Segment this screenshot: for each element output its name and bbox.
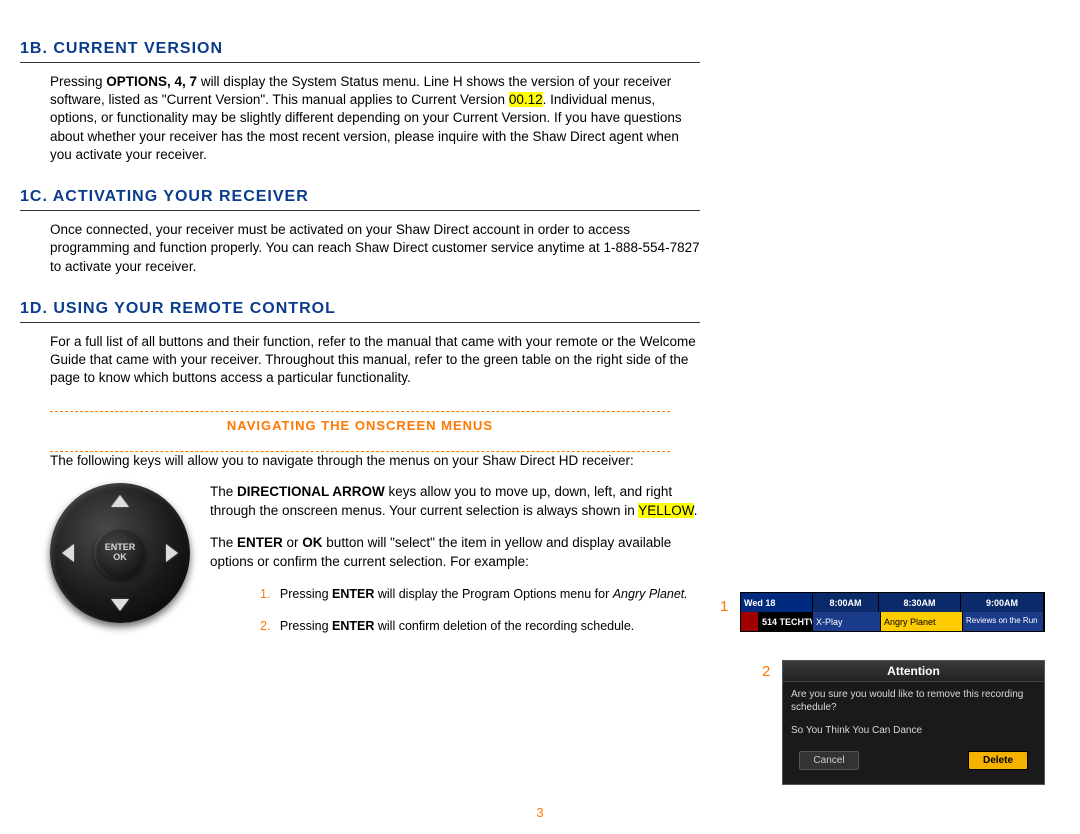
nav-intro: The following keys will allow you to nav…: [20, 452, 700, 470]
arrow-right-icon: [166, 544, 178, 562]
guide-program-xplay: X-Play: [813, 612, 881, 631]
guide-program-reviews: Reviews on the Run: [963, 612, 1044, 631]
directional-arrow-term: DIRECTIONAL ARROW: [237, 484, 385, 499]
cancel-button[interactable]: Cancel: [799, 751, 859, 770]
text: The: [210, 535, 237, 550]
enter-term: ENTER: [332, 587, 374, 601]
guide-time-1: 8:00AM: [813, 593, 879, 612]
section-1c-body: Once connected, your receiver must be ac…: [20, 221, 700, 276]
enter-term: ENTER: [332, 619, 374, 633]
guide-time-3: 9:00AM: [961, 593, 1044, 612]
guide-program-selected: Angry Planet: [881, 612, 963, 631]
list-number: 2.: [260, 619, 270, 633]
enter-ok-button-graphic: ENTER OK: [94, 527, 146, 579]
yellow-highlight: YELLOW: [638, 503, 694, 518]
text: Pressing: [280, 619, 332, 633]
text: or: [283, 535, 303, 550]
channel-number: 514: [762, 617, 777, 627]
text: Pressing: [50, 74, 106, 89]
guide-grid: Wed 18 8:00AM 8:30AM 9:00AM 514 TECHTV X…: [740, 592, 1045, 632]
section-1b-body: Pressing OPTIONS, 4, 7 will display the …: [20, 73, 700, 164]
divider: [50, 411, 670, 412]
section-heading-1c: 1C. ACTIVATING YOUR RECEIVER: [20, 188, 700, 211]
enter-ok-desc: The ENTER or OK button will "select" the…: [210, 534, 700, 572]
delete-button[interactable]: Delete: [968, 751, 1028, 770]
text: Pressing: [280, 587, 332, 601]
list-number: 1.: [260, 587, 270, 601]
arrow-left-icon: [62, 544, 74, 562]
dialog-message: Are you sure you would like to remove th…: [791, 688, 1036, 714]
dialog-title: Attention: [783, 661, 1044, 682]
attention-dialog: Attention Are you sure you would like to…: [782, 660, 1045, 785]
page-number: 3: [536, 805, 543, 820]
subsection-heading: NAVIGATING THE ONSCREEN MENUS: [20, 418, 700, 433]
callout-number-2: 2: [762, 663, 770, 680]
options-keys: OPTIONS, 4, 7: [106, 74, 197, 89]
guide-date: Wed 18: [741, 593, 813, 612]
example-1: 1. Pressing ENTER will display the Progr…: [260, 586, 700, 604]
guide-channel: 514 TECHTV: [759, 612, 813, 631]
text: .: [694, 503, 698, 518]
text: The: [210, 484, 237, 499]
channel-name: TECHTV: [780, 617, 813, 627]
version-highlight: 00.12: [509, 92, 543, 107]
ok-term: OK: [302, 535, 322, 550]
text: will display the Program Options menu fo…: [374, 587, 612, 601]
directional-arrow-desc: The DIRECTIONAL ARROW keys allow you to …: [210, 483, 700, 521]
enter-term: ENTER: [237, 535, 283, 550]
example-2: 2. Pressing ENTER will confirm deletion …: [260, 618, 700, 636]
arrow-up-icon: [111, 495, 129, 507]
program-name: Angry Planet.: [613, 587, 688, 601]
ok-label: OK: [113, 553, 127, 563]
callout-number-1: 1: [720, 598, 728, 615]
guide-time-2: 8:30AM: [879, 593, 961, 612]
dialog-program-name: So You Think You Can Dance: [791, 724, 1036, 737]
section-heading-1b: 1B. CURRENT VERSION: [20, 40, 700, 63]
section-heading-1d: 1D. USING YOUR REMOTE CONTROL: [20, 300, 700, 323]
guide-color-block: [741, 612, 759, 631]
text: will confirm deletion of the recording s…: [374, 619, 634, 633]
remote-dpad-image: ENTER OK: [50, 483, 190, 623]
section-1d-intro: For a full list of all buttons and their…: [20, 333, 700, 388]
arrow-down-icon: [111, 599, 129, 611]
